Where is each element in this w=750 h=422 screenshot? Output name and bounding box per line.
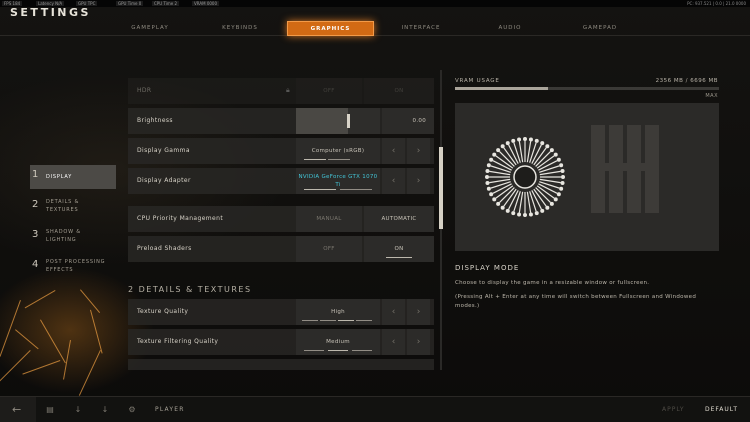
vram-bar-fill — [455, 87, 548, 90]
setting-label: Preload Shaders — [137, 245, 192, 252]
option-indicator — [302, 319, 318, 321]
preload-off-option[interactable]: OFF — [296, 236, 362, 262]
option-indicator — [328, 349, 348, 351]
gear-icon[interactable]: ⚙ — [127, 405, 137, 415]
setting-cpu-priority[interactable]: CPU Priority Management MANUAL AUTOMATIC — [128, 206, 434, 232]
tab-gameplay[interactable]: GAMEPLAY — [119, 21, 181, 36]
option-indicator — [304, 188, 336, 190]
cpu-manual-option[interactable]: MANUAL — [296, 206, 362, 232]
option-indicator — [304, 349, 324, 351]
option-indicator — [386, 256, 412, 258]
settings-panel: HDR 🔒︎ OFF ON Brightness 0.00 Display Ga… — [128, 70, 438, 370]
nav-number: 3 — [32, 229, 39, 240]
back-button[interactable]: ← — [0, 397, 36, 422]
debug-overlay: FPS 184 Latency N/A GPU TPC GPU Time 0 C… — [0, 0, 750, 7]
lock-icon: 🔒︎ — [286, 86, 290, 94]
apply-button[interactable]: APPLY — [662, 406, 685, 413]
chevron-left-icon[interactable]: ‹ — [382, 299, 405, 325]
chevron-right-icon[interactable]: › — [407, 138, 430, 164]
vram-label: VRAM USAGE — [455, 78, 500, 84]
tab-audio[interactable]: AUDIO — [479, 21, 541, 36]
hdr-on-option: ON — [364, 78, 434, 104]
brightness-value: 0.00 — [382, 108, 434, 134]
setting-label: Texture Quality — [137, 308, 189, 315]
chevron-left-icon[interactable]: ‹ — [382, 329, 405, 355]
player-label[interactable]: PLAYER — [155, 406, 185, 413]
setting-display-adapter[interactable]: Display Adapter NVIDIA GeForce GTX 1070 … — [128, 168, 434, 194]
chevron-left-icon[interactable]: ‹ — [382, 138, 405, 164]
nav-label: DISPLAY — [46, 174, 73, 180]
nav-display[interactable]: 1 DISPLAY — [30, 165, 116, 189]
cpu-automatic-option[interactable]: AUTOMATIC — [364, 206, 434, 232]
back-arrow-icon: ← — [12, 403, 22, 416]
setting-label: Brightness — [137, 117, 173, 124]
nav-label: POST PROCESSING EFFECTS — [46, 259, 106, 273]
setting-display-gamma[interactable]: Display Gamma Computer (sRGB) ‹ › — [128, 138, 434, 164]
voice-icon[interactable]: ↓ — [100, 405, 110, 415]
tab-interface[interactable]: INTERFACE — [390, 21, 452, 36]
adapter-value: NVIDIA GeForce GTX 1070 Ti — [296, 168, 380, 194]
nav-details-textures[interactable]: 2 DETAILS & TEXTURES — [30, 195, 116, 219]
option-indicator — [338, 319, 354, 321]
texture-filtering-value: Medium — [296, 329, 380, 355]
texture-quality-value: High — [296, 299, 380, 325]
setting-hdr: HDR 🔒︎ OFF ON — [128, 78, 434, 104]
gamma-value: Computer (sRGB) — [296, 138, 380, 164]
setting-label: CPU Priority Management — [137, 215, 224, 222]
display-mode-title: DISPLAY MODE — [455, 264, 520, 272]
option-indicator — [304, 158, 326, 160]
nav-number: 1 — [32, 169, 39, 180]
brightness-slider-fill — [296, 108, 348, 134]
nav-label: DETAILS & TEXTURES — [46, 199, 80, 213]
setting-label: Texture Filtering Quality — [137, 338, 219, 345]
setting-label: Display Gamma — [137, 147, 190, 154]
option-indicator — [352, 349, 372, 351]
setting-texture-quality[interactable]: Texture Quality High ‹ › — [128, 299, 434, 325]
tab-keybinds[interactable]: KEYBINDS — [209, 21, 271, 36]
setting-partial-row — [128, 359, 434, 370]
setting-preload-shaders[interactable]: Preload Shaders OFF ON — [128, 236, 434, 262]
tab-gamepad[interactable]: GAMEPAD — [569, 21, 631, 36]
chevron-left-icon[interactable]: ‹ — [382, 168, 405, 194]
debug-cpu-time: CPU Time 2 — [152, 1, 180, 6]
vram-max-label: MAX — [705, 93, 718, 99]
debug-gpu-time: GPU Time 0 — [116, 1, 144, 6]
chevron-right-icon[interactable]: › — [407, 299, 430, 325]
display-mode-description: Choose to display the game in a resizabl… — [455, 280, 650, 286]
chevron-right-icon[interactable]: › — [407, 329, 430, 355]
setting-brightness[interactable]: Brightness 0.00 — [128, 108, 434, 134]
bottom-bar: ← ▤ ↓ ↓ ⚙ PLAYER APPLY DEFAULT — [0, 396, 750, 422]
option-indicator — [328, 158, 350, 160]
microphone-icon[interactable]: ↓ — [73, 405, 83, 415]
vram-value: 2356 MB / 6696 MB — [655, 78, 718, 84]
nav-shadow-lighting[interactable]: 3 SHADOW & LIGHTING — [30, 225, 116, 249]
hdr-off-option: OFF — [296, 78, 362, 104]
nav-number: 4 — [32, 259, 39, 270]
display-mode-note: (Pressing Alt + Enter at any time will s… — [455, 294, 697, 309]
nav-label: SHADOW & LIGHTING — [46, 229, 81, 243]
preview-graphic — [455, 103, 719, 251]
setting-texture-filtering[interactable]: Texture Filtering Quality Medium ‹ › — [128, 329, 434, 355]
option-indicator — [356, 319, 372, 321]
tab-graphics[interactable]: GRAPHICS — [287, 21, 374, 36]
nav-post-processing[interactable]: 4 POST PROCESSING EFFECTS — [30, 255, 116, 279]
chat-icon[interactable]: ▤ — [45, 405, 55, 415]
debug-vram: VRAM 0000 — [192, 1, 219, 6]
page-title: SETTINGS — [10, 6, 91, 19]
setting-label: Display Adapter — [137, 177, 191, 184]
section-details-textures: 2 DETAILS & TEXTURES — [128, 285, 252, 294]
option-indicator — [340, 188, 372, 190]
scrollbar-thumb[interactable] — [439, 147, 443, 229]
tab-bar: GAMEPLAY KEYBINDS GRAPHICS INTERFACE AUD… — [0, 19, 750, 36]
chevron-right-icon[interactable]: › — [407, 168, 430, 194]
setting-label: HDR — [137, 87, 152, 94]
brightness-slider-handle[interactable] — [347, 114, 350, 128]
option-indicator — [320, 319, 336, 321]
default-button[interactable]: DEFAULT — [705, 406, 738, 413]
nav-number: 2 — [32, 199, 39, 210]
display-mode-preview — [455, 103, 719, 251]
preload-on-option[interactable]: ON — [364, 236, 434, 262]
debug-right: PC: 937.521 | 0.0 | 21.0 0000 — [687, 1, 746, 6]
